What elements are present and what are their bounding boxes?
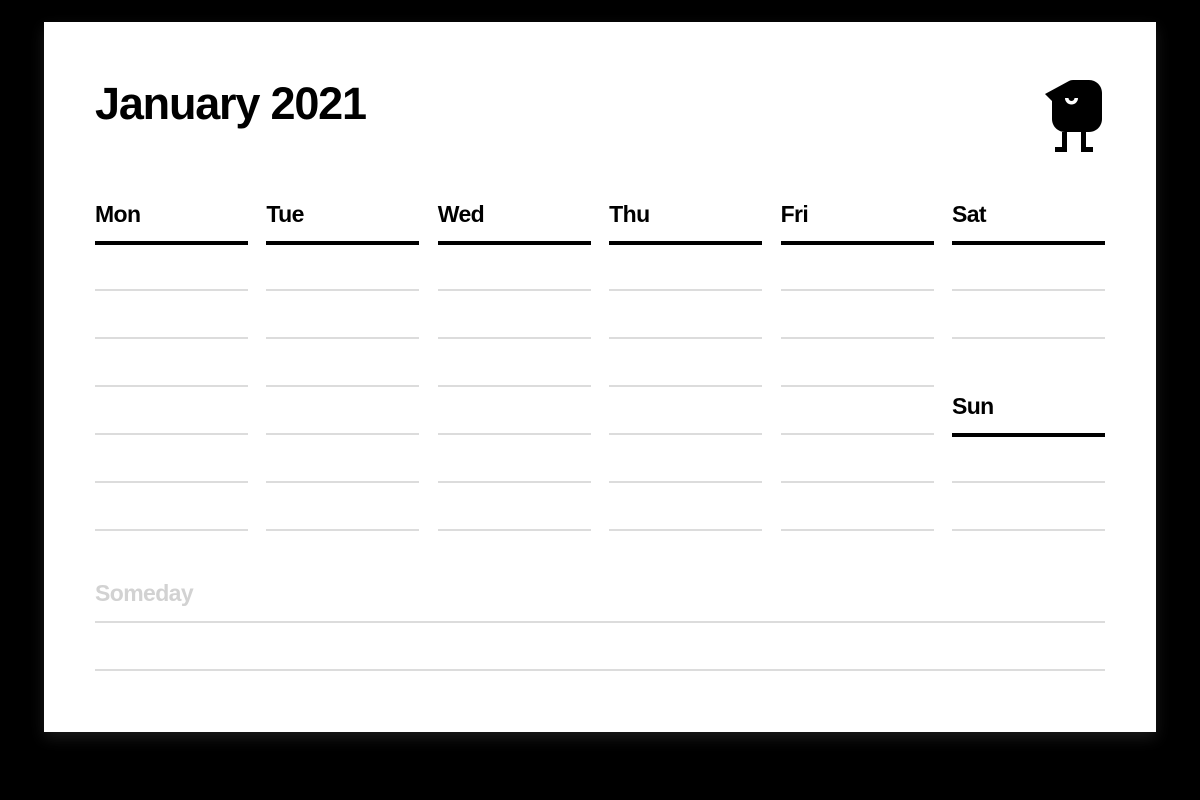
day-label-wed: Wed bbox=[437, 201, 485, 227]
someday-label: Someday bbox=[95, 580, 194, 606]
day-label-fri: Fri bbox=[780, 201, 809, 227]
write-line[interactable] bbox=[780, 529, 934, 531]
write-line[interactable] bbox=[95, 529, 248, 531]
write-line[interactable] bbox=[609, 433, 763, 435]
write-line[interactable] bbox=[609, 481, 763, 483]
write-line[interactable] bbox=[780, 433, 934, 435]
week-grid: Mon Tue Wed Thu Fri Sat Sun bbox=[95, 195, 1105, 565]
day-underline-fri bbox=[780, 241, 934, 245]
write-line[interactable] bbox=[95, 481, 248, 483]
day-underline-thu bbox=[609, 241, 763, 245]
write-line[interactable] bbox=[609, 337, 763, 339]
day-column-thu[interactable]: Thu bbox=[609, 195, 763, 565]
write-line[interactable] bbox=[266, 385, 420, 387]
write-line[interactable] bbox=[437, 337, 591, 339]
write-line[interactable] bbox=[95, 289, 248, 291]
day-label-mon: Mon bbox=[95, 201, 141, 227]
someday-write-line[interactable] bbox=[95, 669, 1105, 671]
bird-mascot-logo bbox=[1043, 77, 1105, 155]
write-line[interactable] bbox=[951, 529, 1105, 531]
write-line[interactable] bbox=[437, 433, 591, 435]
someday-section: Someday bbox=[95, 580, 1105, 680]
day-underline-sat bbox=[951, 241, 1105, 245]
someday-write-line[interactable] bbox=[95, 621, 1105, 623]
write-line[interactable] bbox=[95, 337, 248, 339]
planner-canvas: January 2021 Mon Tue Wed Thu Fri Sat Sun… bbox=[0, 0, 1200, 800]
write-line[interactable] bbox=[95, 385, 248, 387]
write-line[interactable] bbox=[951, 337, 1105, 339]
day-column-mon[interactable]: Mon bbox=[95, 195, 248, 565]
day-label-sun: Sun bbox=[951, 393, 994, 419]
write-line[interactable] bbox=[780, 385, 934, 387]
write-line[interactable] bbox=[95, 433, 248, 435]
day-underline-sun bbox=[951, 433, 1105, 437]
write-line[interactable] bbox=[437, 529, 591, 531]
day-column-tue[interactable]: Tue bbox=[266, 195, 420, 565]
write-line[interactable] bbox=[266, 481, 420, 483]
day-underline-mon bbox=[95, 241, 248, 245]
day-column-sat-sun[interactable]: Sat Sun bbox=[951, 195, 1105, 565]
write-line[interactable] bbox=[437, 289, 591, 291]
day-label-thu: Thu bbox=[609, 201, 650, 227]
write-line[interactable] bbox=[609, 289, 763, 291]
write-line[interactable] bbox=[780, 481, 934, 483]
write-line[interactable] bbox=[951, 481, 1105, 483]
day-column-wed[interactable]: Wed bbox=[437, 195, 591, 565]
write-line[interactable] bbox=[437, 385, 591, 387]
page-title: January 2021 bbox=[95, 78, 367, 129]
write-line[interactable] bbox=[780, 337, 934, 339]
write-line[interactable] bbox=[266, 433, 420, 435]
sheet-header: January 2021 bbox=[95, 77, 1105, 152]
planner-sheet: January 2021 Mon Tue Wed Thu Fri Sat Sun… bbox=[44, 22, 1156, 732]
day-label-tue: Tue bbox=[266, 201, 304, 227]
day-underline-wed bbox=[437, 241, 591, 245]
write-line[interactable] bbox=[609, 529, 763, 531]
write-line[interactable] bbox=[437, 481, 591, 483]
write-line[interactable] bbox=[266, 529, 420, 531]
write-line[interactable] bbox=[780, 289, 934, 291]
day-label-sat: Sat bbox=[951, 201, 987, 227]
write-line[interactable] bbox=[266, 337, 420, 339]
write-line[interactable] bbox=[609, 385, 763, 387]
day-column-fri[interactable]: Fri bbox=[780, 195, 934, 565]
write-line[interactable] bbox=[951, 289, 1105, 291]
write-line[interactable] bbox=[266, 289, 420, 291]
day-underline-tue bbox=[266, 241, 420, 245]
